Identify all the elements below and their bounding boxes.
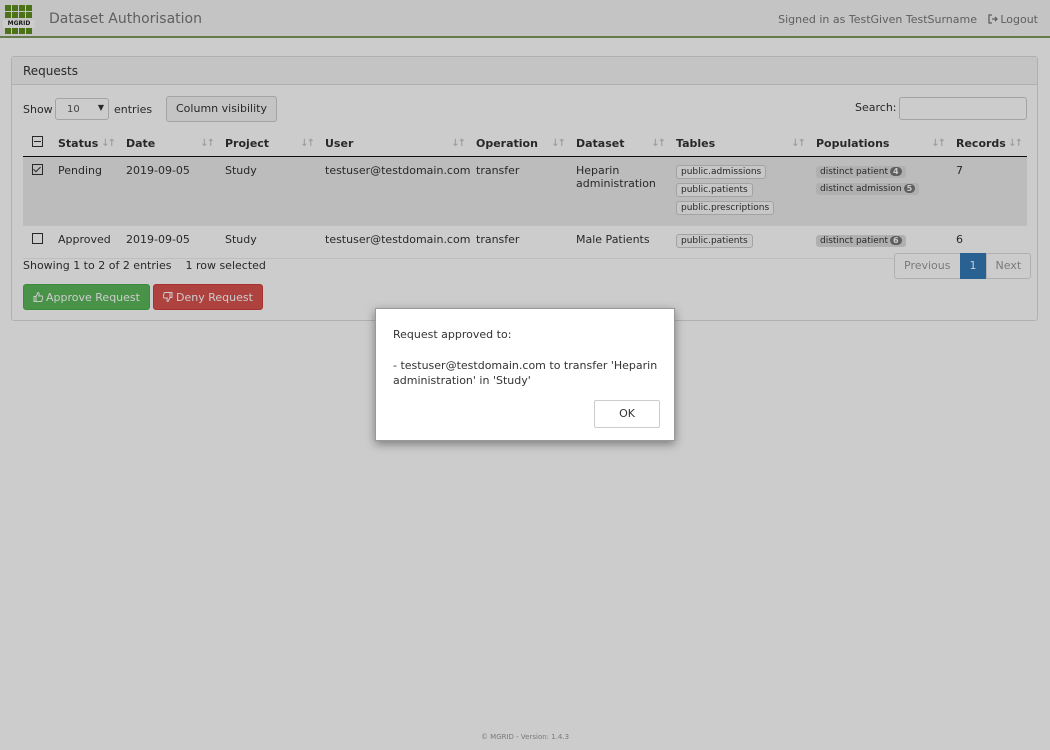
- dialog-item: - testuser@testdomain.com to transfer 'H…: [393, 359, 658, 387]
- dialog-message: Request approved to:: [393, 328, 512, 341]
- ok-button[interactable]: OK: [594, 400, 660, 428]
- approval-dialog: Request approved to: - testuser@testdoma…: [375, 308, 675, 441]
